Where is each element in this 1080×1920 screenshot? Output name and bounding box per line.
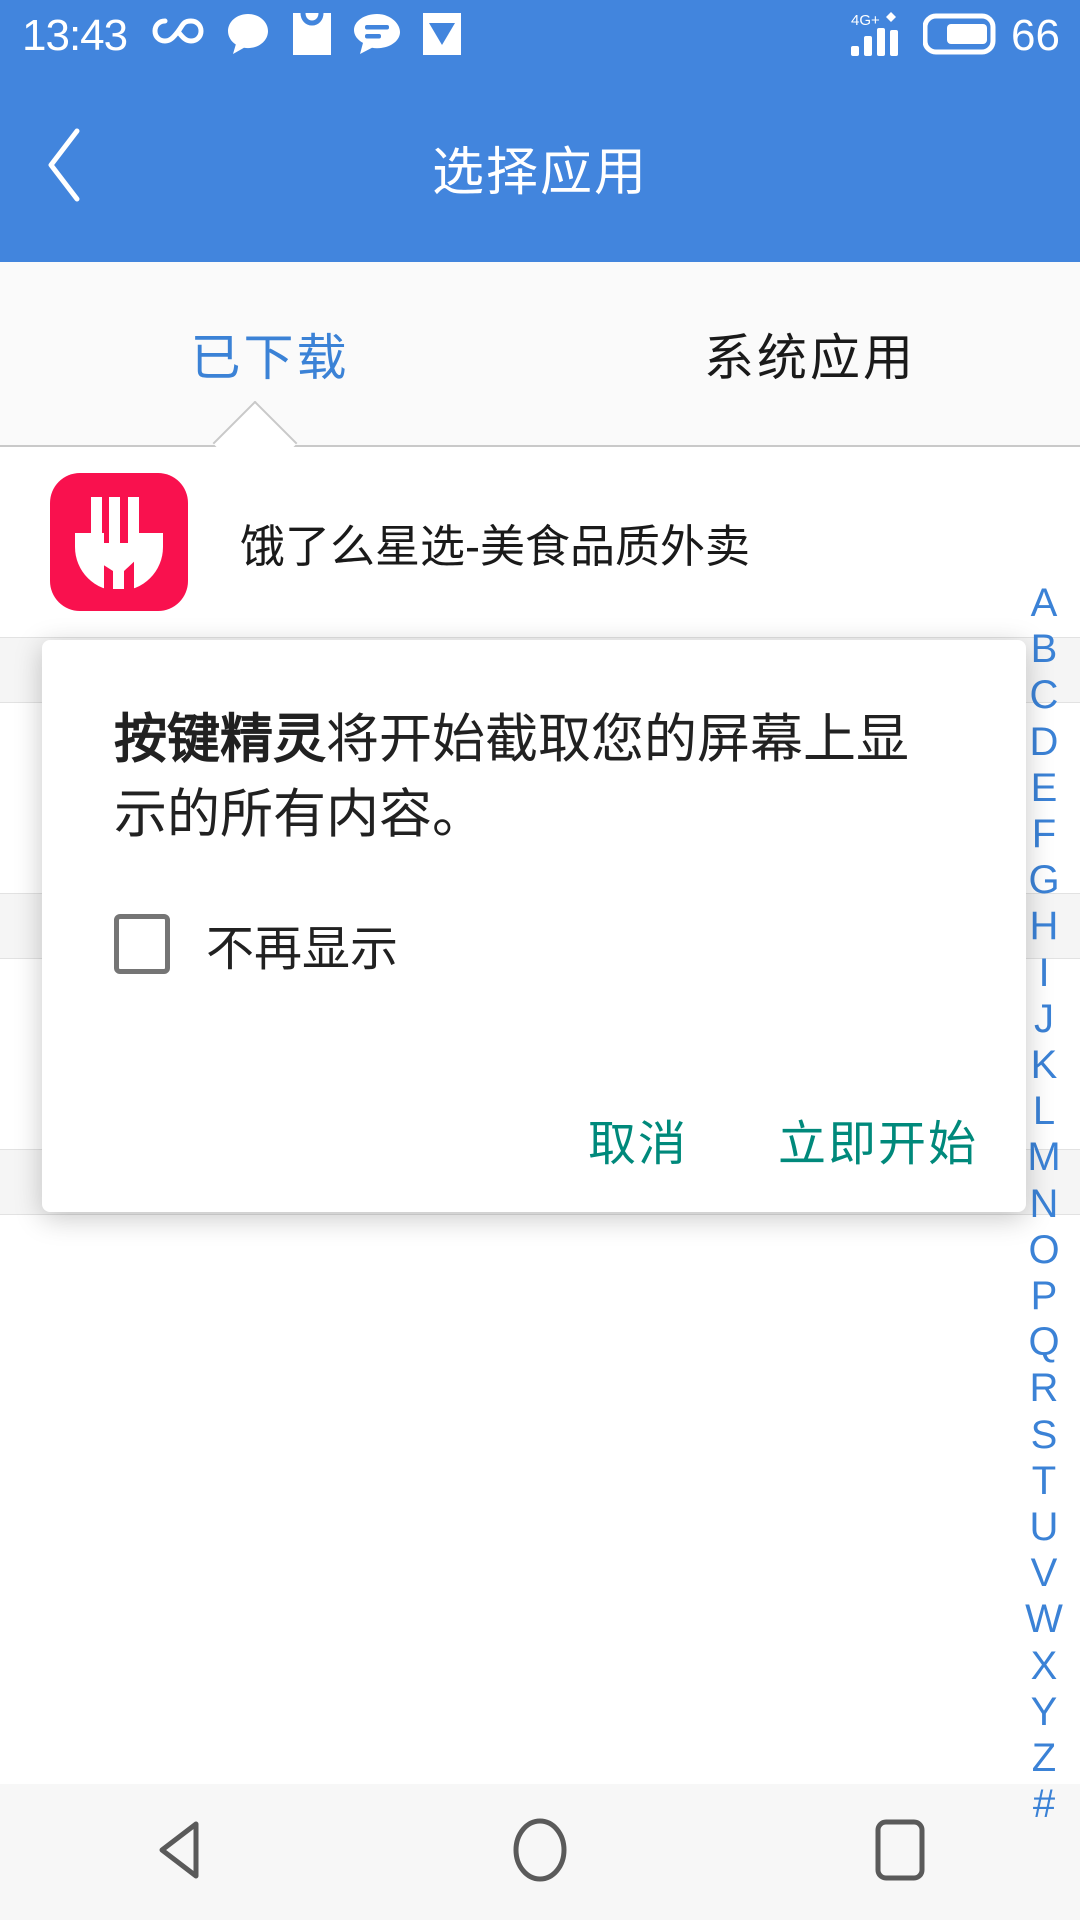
battery-icon — [923, 12, 997, 61]
dialog-message: 按键精灵将开始截取您的屏幕上显示的所有内容。 — [42, 640, 1026, 853]
page-title: 选择应用 — [0, 130, 1080, 205]
alphabet-index-letter[interactable]: W — [1025, 1596, 1063, 1642]
checkbox-icon[interactable] — [114, 914, 170, 974]
alphabet-index-letter[interactable]: H — [1030, 903, 1059, 949]
alphabet-index-letter[interactable]: N — [1030, 1181, 1059, 1227]
svg-text:4G+: 4G+ — [851, 12, 880, 29]
chat-bubble-icon — [225, 11, 271, 62]
alphabet-index-letter[interactable]: O — [1028, 1227, 1059, 1273]
alphabet-index-letter[interactable]: S — [1031, 1412, 1058, 1458]
alphabet-index-letter[interactable]: X — [1031, 1643, 1058, 1689]
tab-bar: 已下载 系统应用 — [0, 262, 1080, 447]
alphabet-index-letter[interactable]: G — [1028, 857, 1059, 903]
back-triangle-icon — [152, 1819, 208, 1886]
nav-home-button[interactable] — [440, 1784, 640, 1920]
nav-back-button[interactable] — [80, 1784, 280, 1920]
alphabet-index-letter[interactable]: Z — [1032, 1735, 1056, 1781]
alphabet-index-letter[interactable]: R — [1030, 1365, 1059, 1411]
alphabet-index-letter[interactable]: L — [1033, 1088, 1055, 1134]
alphabet-index-letter[interactable]: F — [1032, 811, 1056, 857]
alphabet-index-letter[interactable]: K — [1031, 1042, 1058, 1088]
app-bar: 选择应用 — [0, 72, 1080, 262]
battery-percentage: 66 — [1011, 14, 1060, 58]
alphabet-index-letter[interactable]: I — [1038, 950, 1049, 996]
inbox-icon — [291, 11, 333, 62]
status-bar-clock: 13:43 — [22, 14, 127, 58]
android-navigation-bar — [0, 1784, 1080, 1920]
alphabet-index-letter[interactable]: Q — [1028, 1319, 1059, 1365]
status-bar-notification-icons — [151, 11, 463, 62]
alphabet-index-letter[interactable]: D — [1030, 719, 1059, 765]
alphabet-index-letter[interactable]: B — [1031, 626, 1058, 672]
phone-screen: 13:43 4G+ — [0, 0, 1080, 1920]
app-name: 饿了么星选-美食品质外卖 — [240, 510, 750, 575]
screen-capture-permission-dialog: 按键精灵将开始截取您的屏幕上显示的所有内容。 不再显示 取消 立即开始 — [42, 640, 1026, 1212]
alphabet-index-letter[interactable]: T — [1032, 1458, 1056, 1504]
nav-recents-button[interactable] — [800, 1784, 1000, 1920]
alphabet-index-letter[interactable]: U — [1030, 1504, 1059, 1550]
download-icon — [421, 11, 463, 62]
alphabet-index-letter[interactable]: P — [1031, 1273, 1058, 1319]
checkbox-label: 不再显示 — [206, 909, 398, 979]
alphabet-index-letter[interactable]: A — [1031, 580, 1058, 626]
home-circle-icon — [511, 1817, 569, 1888]
tab-system-apps[interactable]: 系统应用 — [540, 262, 1080, 445]
alphabet-index-letter[interactable]: M — [1027, 1134, 1060, 1180]
alphabet-index-letter[interactable]: # — [1033, 1781, 1055, 1827]
recents-square-icon — [874, 1818, 926, 1887]
cancel-button[interactable]: 取消 — [588, 1104, 688, 1174]
signal-icon: 4G+ — [849, 10, 909, 63]
dialog-app-name: 按键精灵 — [114, 710, 326, 769]
tab-active-indicator — [212, 401, 298, 447]
dialog-actions: 取消 立即开始 — [588, 1104, 978, 1174]
infinity-icon — [151, 17, 205, 56]
alphabet-index-letter[interactable]: J — [1034, 996, 1054, 1042]
status-bar: 13:43 4G+ — [0, 0, 1080, 72]
message-icon — [353, 12, 401, 61]
eleme-icon — [50, 473, 188, 611]
list-item[interactable]: 饿了么星选-美食品质外卖 — [0, 447, 1080, 637]
alphabet-index-letter[interactable]: C — [1030, 672, 1059, 718]
start-now-button[interactable]: 立即开始 — [778, 1104, 978, 1174]
alphabet-index-letter[interactable]: V — [1031, 1550, 1058, 1596]
alphabet-index-letter[interactable]: E — [1031, 765, 1058, 811]
status-bar-system-icons: 4G+ 66 — [849, 10, 1060, 63]
do-not-show-again-checkbox-row[interactable]: 不再显示 — [114, 909, 1026, 979]
alphabet-index-letter[interactable]: Y — [1031, 1689, 1058, 1735]
